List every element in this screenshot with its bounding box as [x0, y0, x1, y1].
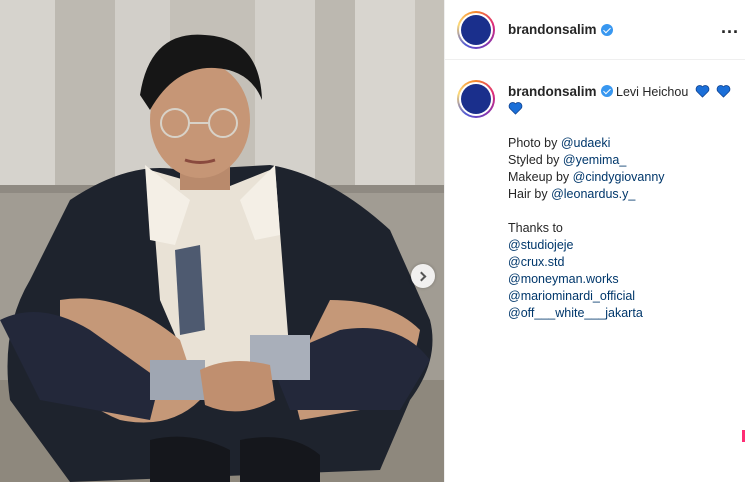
post-photo[interactable] [0, 0, 444, 482]
verified-badge-icon [600, 85, 613, 97]
caption-username[interactable]: brandonsalim [508, 84, 597, 99]
post-sidebar: brandonsalim ... brandonsalim Levi Heich… [444, 0, 745, 482]
avatar[interactable] [457, 10, 495, 49]
verified-badge-icon [600, 23, 613, 36]
mention-link[interactable]: @studiojeje [508, 237, 733, 254]
chevron-right-icon [416, 271, 427, 281]
more-options-icon[interactable]: ... [721, 18, 739, 36]
mention-link[interactable]: @yemima_ [563, 153, 626, 167]
caption-text: Levi Heichou [616, 85, 689, 99]
credit-line: Photo by @udaeki [508, 136, 611, 150]
blue-heart-icon [695, 85, 710, 98]
mention-link[interactable]: @mariominardi_official [508, 288, 733, 305]
mention-link[interactable]: @crux.std [508, 254, 733, 271]
mention-link[interactable]: @moneyman.works [508, 271, 733, 288]
instagram-post: brandonsalim ... brandonsalim Levi Heich… [0, 0, 745, 482]
header-username[interactable]: brandonsalim [508, 22, 597, 37]
mention-link[interactable]: @leonardus.y_ [551, 187, 635, 201]
post-header: brandonsalim ... [445, 0, 745, 60]
blue-heart-icon [716, 85, 731, 98]
credit-line: Makeup by @cindygiovanny [508, 170, 665, 184]
credit-line: Hair by @leonardus.y_ [508, 187, 636, 201]
blue-heart-icon [508, 102, 523, 115]
mention-link[interactable]: @cindygiovanny [573, 170, 665, 184]
mention-link[interactable]: @off___white___jakarta [508, 305, 733, 322]
caption-body: brandonsalim Levi Heichou Photo by @udae… [508, 76, 733, 322]
next-image-button[interactable] [411, 264, 435, 288]
post-caption: brandonsalim Levi Heichou Photo by @udae… [445, 60, 745, 322]
thanks-label: Thanks to [508, 221, 563, 235]
portrait-photo-illustration [0, 0, 444, 482]
caption-avatar[interactable] [457, 80, 495, 118]
credit-line: Styled by @yemima_ [508, 153, 627, 167]
mention-link[interactable]: @udaeki [561, 136, 611, 150]
